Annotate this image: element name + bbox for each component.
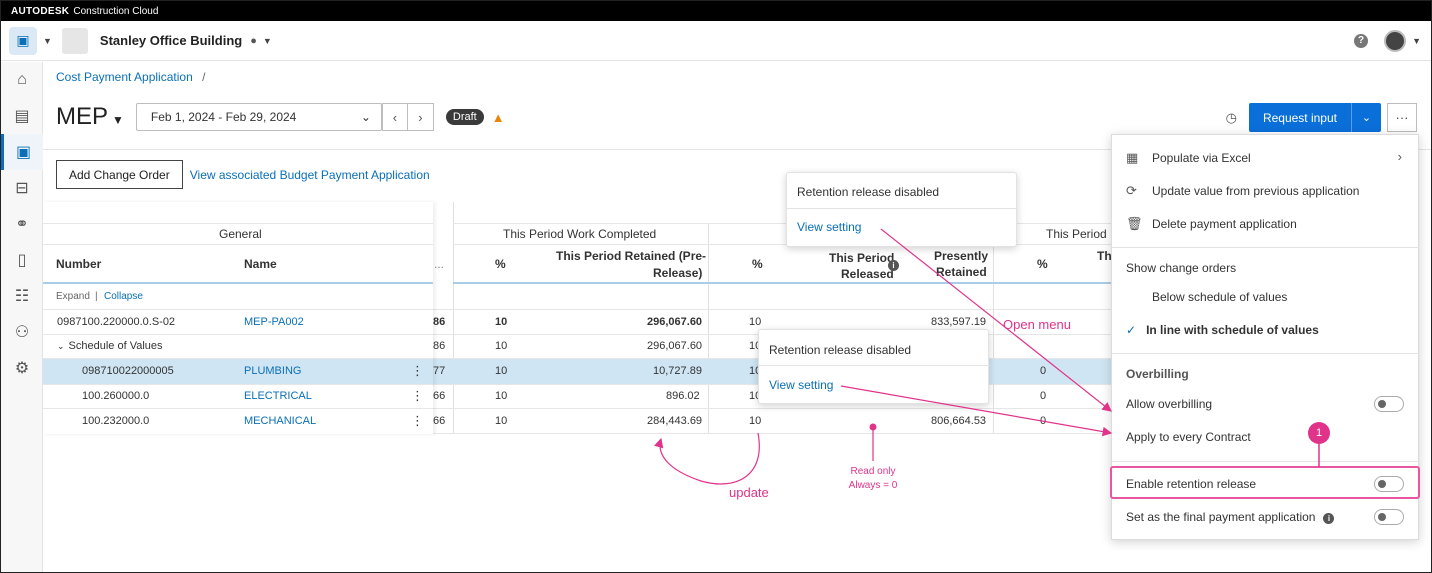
arrow-open-menu [880,228,1112,412]
read-only-dot [869,423,877,431]
arrow-update [654,432,760,485]
arrow-view-setting [840,385,1113,437]
annotation-arrows [654,228,1320,485]
app-window: AUTODESK Construction Cloud ▣ ▼ Stanley … [0,0,1432,573]
